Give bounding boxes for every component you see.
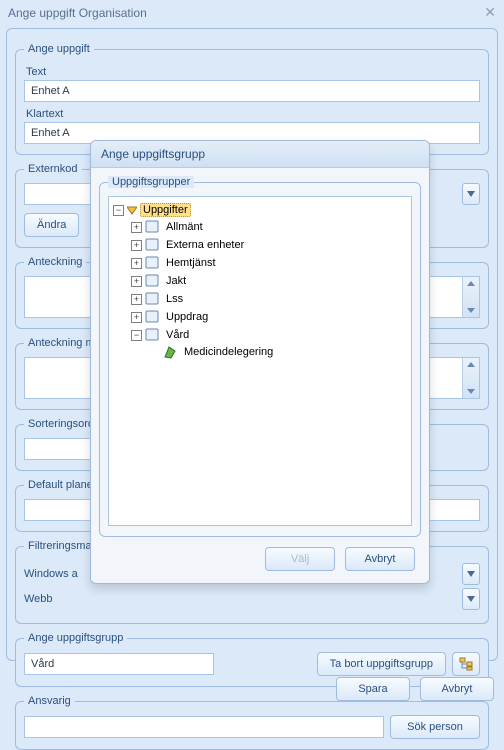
ansvarig-input[interactable] [24,716,384,738]
tree-node-jakt[interactable]: + Jakt [131,273,411,289]
tree-node-label: Externa enheter [164,239,246,251]
expand-icon[interactable]: + [131,222,142,233]
popup-avbryt-button[interactable]: Avbryt [345,547,415,571]
folder-icon [145,310,161,324]
tree-node-medicin[interactable]: · Medicindelegering [149,344,411,360]
anteckning-legend: Anteckning [24,256,86,268]
close-icon[interactable]: ✕ [484,4,496,21]
folder-icon [145,328,161,342]
ange-uppgift-legend: Ange uppgift [24,43,94,55]
ansvarig-group: Ansvarig Sök person [15,695,489,750]
tree-node-label: Uppgifter [140,203,191,217]
tree-picker-button[interactable] [452,652,480,676]
externkod-legend: Externkod [24,163,82,175]
ange-uppgiftsgrupp-legend: Ange uppgiftsgrupp [24,632,127,644]
expand-icon[interactable]: + [131,276,142,287]
uppgiftsgrupper-group: Uppgiftsgrupper − Uppgifter + Allmänt [99,176,421,537]
ansvarig-legend: Ansvarig [24,695,75,707]
filtrering-windows-dropdown[interactable] [462,563,480,585]
klartext-label: Klartext [26,108,478,120]
ta-bort-uppgiftsgrupp-button[interactable]: Ta bort uppgiftsgrupp [317,652,446,676]
tree-node-label: Uppdrag [164,311,210,323]
popup-footer: Välj Avbryt [91,545,429,575]
sorteringsordning-legend: Sorteringsord [24,418,98,430]
expand-icon[interactable]: + [131,294,142,305]
chevron-down-icon [127,205,137,215]
scrollbar[interactable] [462,358,479,398]
filtreringsmall-legend: Filtreringsmall [24,540,100,552]
scrollbar[interactable] [462,277,479,317]
uppgiftsgrupp-input[interactable] [24,653,214,675]
collapse-icon[interactable]: − [113,205,124,216]
folder-icon [145,238,161,252]
expand-icon[interactable]: + [131,240,142,251]
window-title: Ange uppgift Organisation [8,6,147,20]
text-label: Text [26,66,478,78]
ange-uppgift-group: Ange uppgift Text Klartext [15,43,489,155]
default-plane-legend: Default plane [24,479,97,491]
uppgiftsgrupper-legend: Uppgiftsgrupper [108,176,194,188]
avbryt-button[interactable]: Avbryt [420,677,494,701]
collapse-icon[interactable]: − [131,330,142,341]
tree-node-root[interactable]: − Uppgifter [113,202,411,218]
tree-node-label: Lss [164,293,185,305]
dialog-footer: Spara Avbryt [336,677,494,701]
tree-node-label: Allmänt [164,221,205,233]
anteckning-mobil-legend: Anteckning m [24,337,99,349]
folder-icon [145,274,161,288]
chevron-down-icon [467,191,475,197]
folder-icon [145,220,161,234]
sok-person-button[interactable]: Sök person [390,715,480,739]
leaf-icon [163,345,179,359]
expand-icon[interactable]: + [131,258,142,269]
filtrering-webb-dropdown[interactable] [462,588,480,610]
tree-node-label: Vård [164,329,191,341]
tree-node-externa[interactable]: + Externa enheter [131,237,411,253]
spara-button[interactable]: Spara [336,677,410,701]
text-input[interactable] [24,80,480,102]
uppgiftsgrupper-tree[interactable]: − Uppgifter + Allmänt + Exte [108,196,412,526]
tree-node-label: Jakt [164,275,188,287]
tree-node-label: Medicindelegering [182,346,275,358]
chevron-down-icon [467,571,475,577]
tree-node-label: Hemtjänst [164,257,218,269]
tree-node-uppdrag[interactable]: + Uppdrag [131,309,411,325]
tree-node-allmant[interactable]: + Allmänt [131,219,411,235]
folder-icon [145,256,161,270]
tree-node-hemtjanst[interactable]: + Hemtjänst [131,255,411,271]
popup-title: Ange uppgiftsgrupp [91,141,429,168]
expand-icon[interactable]: + [131,312,142,323]
chevron-down-icon [467,596,475,602]
valj-button[interactable]: Välj [265,547,335,571]
filtrering-windows-label: Windows a [24,568,99,580]
tree-node-vard[interactable]: − Vård [131,327,411,343]
tree-node-lss[interactable]: + Lss [131,291,411,307]
uppgiftsgrupp-popup: Ange uppgiftsgrupp Uppgiftsgrupper − Upp… [90,140,430,584]
andra-button[interactable]: Ändra [24,213,79,237]
spacer: · [149,347,160,358]
folder-icon [145,292,161,306]
tree-icon [459,657,473,671]
externkod-dropdown[interactable] [462,183,480,205]
filtrering-webb-label: Webb [24,593,99,605]
